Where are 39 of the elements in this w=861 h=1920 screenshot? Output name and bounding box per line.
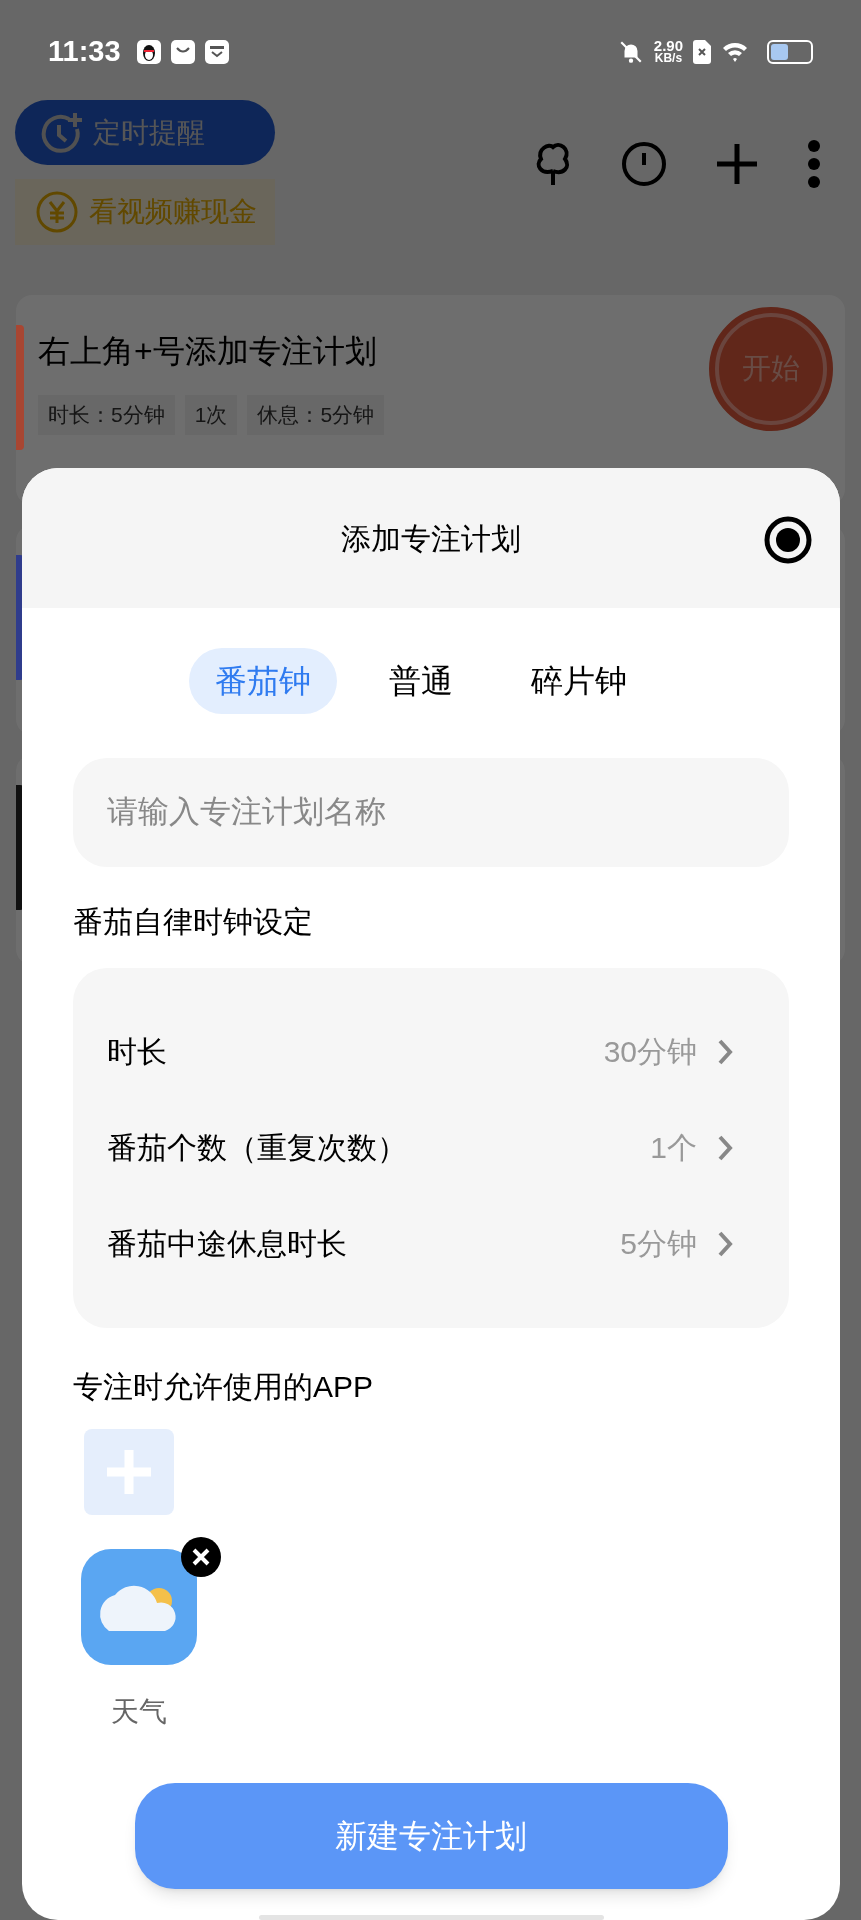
wifi-icon (721, 41, 749, 63)
penguin-app-icon (136, 40, 161, 64)
plan-title: 右上角+号添加专注计划 (38, 332, 378, 371)
setting-label: 番茄个数（重复次数） (107, 1130, 407, 1167)
chevron-right-icon (717, 1133, 733, 1162)
network-speed: 2.90 (653, 39, 683, 52)
plan-tag: 时长：5分钟 (38, 395, 175, 435)
remove-icon[interactable] (181, 1537, 221, 1578)
clock-time: 11:33 (48, 34, 121, 70)
more-menu-icon[interactable] (807, 140, 821, 188)
section-title: 番茄自律时钟设定 (73, 903, 314, 940)
timer-icon[interactable] (621, 141, 667, 187)
plan-tag: 1次 (184, 395, 238, 435)
setting-row[interactable]: 番茄中途休息时长 5分钟 (73, 1195, 789, 1292)
coin-icon (35, 190, 79, 234)
add-icon[interactable] (715, 142, 759, 186)
radio-icon[interactable] (763, 515, 813, 565)
mode-tab[interactable]: 普通 (363, 648, 479, 714)
setting-label: 番茄中途休息时长 (107, 1226, 347, 1263)
app-name: 天气 (111, 1695, 167, 1730)
sheet-title: 添加专注计划 (341, 520, 521, 557)
setting-row[interactable]: 时长 30分钟 (73, 1003, 789, 1100)
battery-icon (767, 40, 813, 64)
plan-name-field[interactable]: 请输入专注计划名称 (73, 758, 789, 867)
setting-value: 5分钟 (620, 1226, 697, 1263)
clock-plus-icon (39, 110, 83, 155)
chevron-right-icon (717, 1037, 733, 1066)
inbox-app-icon (204, 40, 229, 64)
network-unit: KB/s (654, 52, 683, 65)
setting-row[interactable]: 番茄个数（重复次数） 1个 (73, 1099, 789, 1196)
mode-tab[interactable]: 碎片钟 (505, 648, 653, 714)
setting-value: 30分钟 (603, 1034, 697, 1071)
sim-card-icon (693, 40, 711, 64)
chevron-right-icon (717, 1229, 733, 1258)
setting-label: 时长 (107, 1034, 167, 1071)
cloud-sun-app-icon[interactable] (81, 1549, 197, 1666)
setting-value: 1个 (650, 1130, 697, 1167)
plan-tag: 休息：5分钟 (247, 395, 385, 435)
section-title: 专注时允许使用的APP (73, 1368, 375, 1405)
